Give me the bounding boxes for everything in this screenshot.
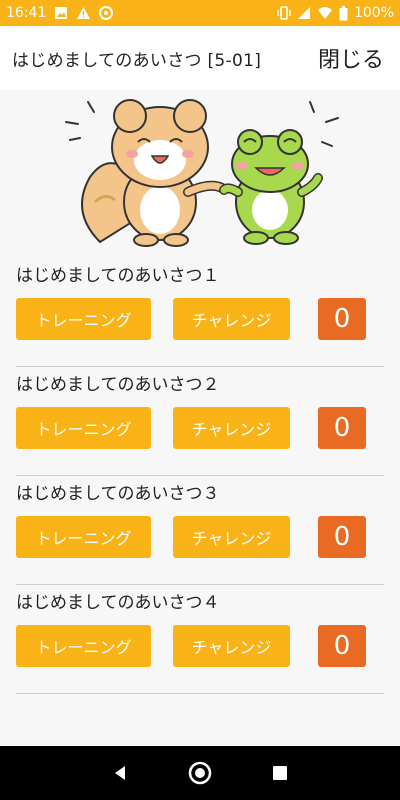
training-button[interactable]: トレーニング <box>16 407 151 449</box>
recents-icon[interactable] <box>260 753 300 793</box>
image-icon <box>54 6 68 20</box>
clock: 16:41 <box>6 5 47 21</box>
lesson-title: はじめましてのあいさつ４ <box>16 593 220 613</box>
lesson-item: はじめましてのあいさつ３ トレーニング チャレンジ 0 <box>16 476 384 585</box>
lesson-item: はじめましてのあいさつ１ トレーニング チャレンジ 0 <box>16 258 384 367</box>
navigation-bar <box>0 746 400 800</box>
vibrate-icon <box>277 6 291 20</box>
chrome-icon <box>99 6 114 20</box>
close-button[interactable]: 閉じる <box>318 42 388 74</box>
signal-icon <box>297 6 311 20</box>
training-button[interactable]: トレーニング <box>16 625 151 667</box>
challenge-button[interactable]: チャレンジ <box>173 407 290 449</box>
status-right: 100% <box>277 5 394 21</box>
header: はじめましてのあいさつ [5-01] 閉じる <box>0 26 400 90</box>
score-badge: 0 <box>318 298 366 340</box>
home-icon[interactable] <box>180 753 220 793</box>
training-button[interactable]: トレーニング <box>16 516 151 558</box>
challenge-button[interactable]: チャレンジ <box>173 298 290 340</box>
wifi-icon <box>317 6 333 20</box>
training-button[interactable]: トレーニング <box>16 298 151 340</box>
lesson-title: はじめましてのあいさつ２ <box>16 375 220 395</box>
score-badge: 0 <box>318 625 366 667</box>
battery-level: 100% <box>353 5 394 21</box>
lesson-item: はじめましてのあいさつ４ トレーニング チャレンジ 0 <box>16 585 384 694</box>
page-title: はじめましてのあいさつ [5-01] <box>12 50 262 71</box>
status-left: 16:41 <box>6 5 114 21</box>
lesson-list: はじめましてのあいさつ１ トレーニング チャレンジ 0 はじめましてのあいさつ２… <box>16 258 384 694</box>
challenge-button[interactable]: チャレンジ <box>173 516 290 558</box>
challenge-button[interactable]: チャレンジ <box>173 625 290 667</box>
back-icon[interactable] <box>100 753 140 793</box>
squirrel-and-frog-icon <box>60 92 350 252</box>
lesson-title: はじめましてのあいさつ３ <box>16 484 220 504</box>
lesson-title: はじめましてのあいさつ１ <box>16 266 220 286</box>
score-badge: 0 <box>318 407 366 449</box>
battery-icon <box>339 5 348 21</box>
lesson-item: はじめましてのあいさつ２ トレーニング チャレンジ 0 <box>16 367 384 476</box>
status-bar: 16:41 100% <box>0 0 400 26</box>
score-badge: 0 <box>318 516 366 558</box>
warning-icon <box>76 6 91 20</box>
